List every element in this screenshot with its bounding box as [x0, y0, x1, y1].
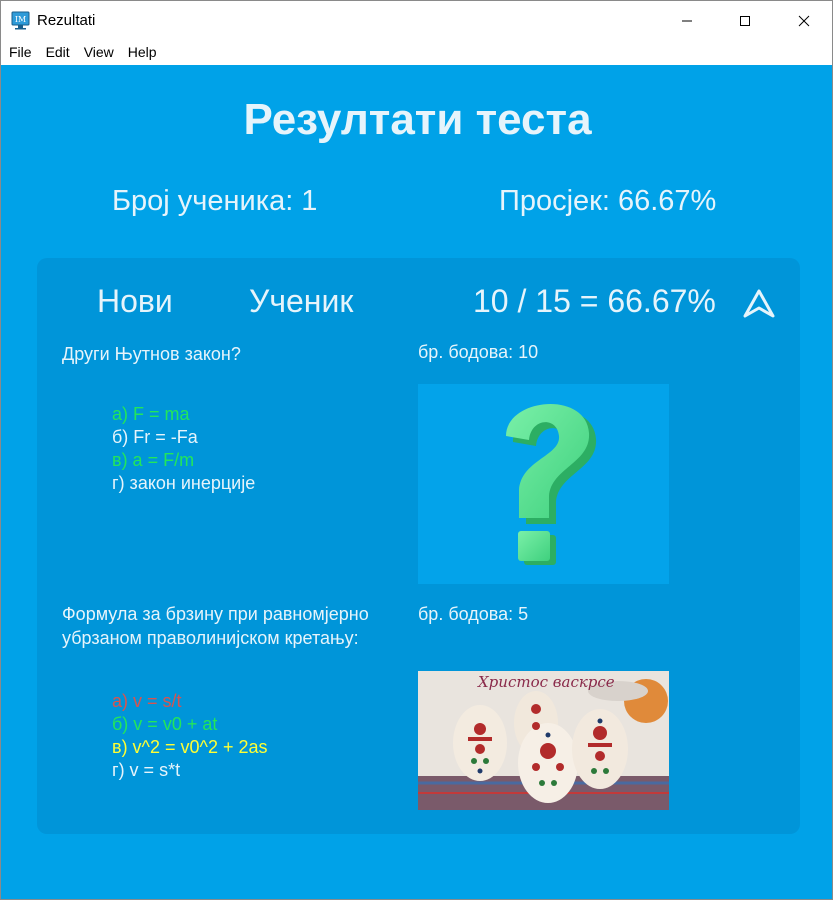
answer-list: а) F = ma б) Fr = -Fa в) a = F/m г) зако… [112, 403, 255, 495]
question-mark-image [418, 384, 669, 584]
close-icon [798, 15, 810, 26]
title-bar[interactable]: IM Rezultati [1, 1, 832, 40]
menu-edit[interactable]: Edit [39, 40, 77, 65]
chevron-up-icon [743, 289, 775, 318]
student-result-panel: Нови Ученик 10 / 15 = 66.67% Други Њутно… [37, 258, 800, 834]
maximize-icon [740, 15, 750, 26]
question-points: бр. бодова: 5 [418, 604, 529, 624]
question-points: бр. бодова: 10 [418, 342, 539, 362]
page-title: Резултати теста [243, 95, 592, 144]
answer-option: в) a = F/m [112, 450, 195, 470]
answer-option: а) F = ma [112, 404, 190, 424]
question-text: Други Њутнов закон? [62, 344, 241, 364]
answer-option: б) v = v0 + at [112, 714, 218, 734]
app-window: IM Rezultati File Edit View Help Резулта… [0, 0, 833, 900]
app-monitor-icon: IM [11, 11, 30, 30]
answer-option: г) закон инерције [112, 473, 256, 493]
student-last-name: Ученик [249, 283, 354, 319]
minimize-icon [682, 20, 692, 21]
menu-bar: File Edit View Help [1, 40, 832, 65]
window-title: Rezultati [37, 12, 96, 29]
collapse-button[interactable] [742, 288, 776, 320]
answer-option: а) v = s/t [112, 691, 182, 711]
minimize-button[interactable] [658, 1, 716, 40]
answer-list: а) v = s/t б) v = v0 + at в) v^2 = v0^2 … [112, 690, 268, 782]
question-mark-icon [506, 403, 597, 565]
maximize-button[interactable] [716, 1, 774, 40]
average-score: Просјек: 66.67% [499, 185, 717, 217]
student-count: Број ученика: 1 [112, 185, 318, 217]
answer-option: б) Fr = -Fa [112, 427, 198, 447]
easter-eggs-image: Христос васкрсе [418, 671, 669, 810]
image-caption: Христос васкрсе [478, 673, 615, 691]
student-score-summary: 10 / 15 = 66.67% [473, 283, 716, 319]
close-button[interactable] [775, 1, 832, 40]
menu-view[interactable]: View [77, 40, 121, 65]
answer-option: г) v = s*t [112, 760, 181, 780]
question-text: Формула за брзину при равномјерно убрзан… [62, 604, 369, 648]
student-first-name: Нови [97, 283, 173, 319]
menu-file[interactable]: File [1, 40, 39, 65]
svg-text:IM: IM [15, 15, 26, 24]
answer-option: в) v^2 = v0^2 + 2as [112, 737, 268, 757]
menu-help[interactable]: Help [121, 40, 164, 65]
results-content: Резултати теста Број ученика: 1 Просјек:… [1, 65, 832, 899]
